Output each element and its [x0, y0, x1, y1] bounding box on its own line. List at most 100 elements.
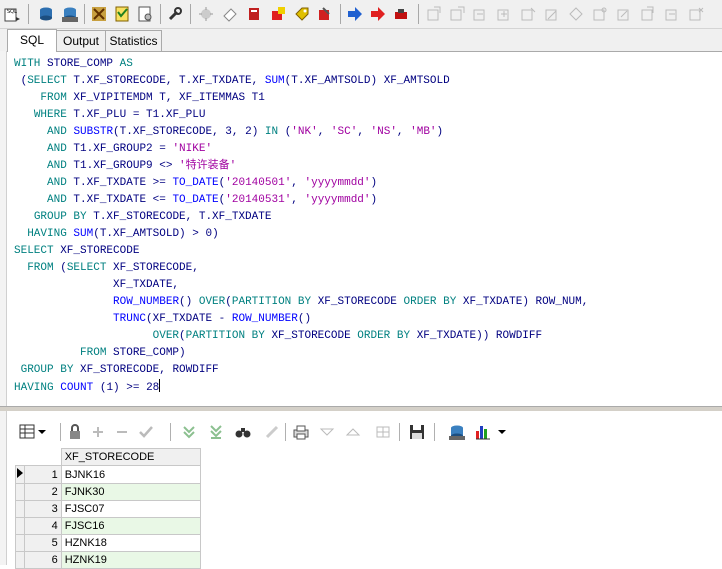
toolbar-disabled-icon-5[interactable]	[518, 4, 538, 24]
main-toolbar: SQL	[0, 0, 722, 29]
toolbar-disabled-icon-2[interactable]	[447, 4, 467, 24]
cell-storecode[interactable]: FJSC07	[60, 500, 202, 518]
arrow-right-blue-icon[interactable]	[345, 4, 365, 24]
tools-icon[interactable]	[89, 4, 109, 24]
grid-view-icon[interactable]	[373, 422, 393, 442]
column-header-xf-storecode[interactable]: XF_STORECODE	[60, 448, 202, 466]
tag-icon[interactable]	[292, 4, 312, 24]
sql-code[interactable]: WITH STORE_COMP AS (SELECT T.XF_STORECOD…	[14, 56, 588, 397]
row-indicator[interactable]	[14, 500, 26, 518]
row-indicator[interactable]	[14, 534, 26, 552]
table-row[interactable]: 4 FJSC16	[14, 517, 202, 535]
compile-icon[interactable]	[196, 4, 216, 24]
sql-line: FROM STORE_COMP)	[80, 347, 186, 359]
cell-storecode[interactable]: HZNK18	[60, 534, 202, 552]
database-save-icon[interactable]	[36, 4, 56, 24]
sql-line: WHERE T.XF_PLU = T1.XF_PLU	[33, 109, 206, 121]
filter-down-icon[interactable]	[317, 422, 337, 442]
toolbar-disabled-icon-11[interactable]	[662, 4, 682, 24]
sql-line: XF_TXDATE,	[14, 279, 180, 291]
toolbar-disabled-icon-4[interactable]	[494, 4, 514, 24]
cell-storecode[interactable]: BJNK16	[60, 465, 202, 484]
svg-text:SQL: SQL	[7, 9, 17, 15]
sql-line: (SELECT T.XF_STORECODE, T.XF_TXDATE, SUM…	[14, 75, 450, 87]
row-number[interactable]: 6	[24, 551, 62, 569]
sql-line: AND T.XF_TXDATE >= TO_DATE('20140501', '…	[47, 177, 378, 189]
tab-bar: SQL Output Statistics	[0, 29, 722, 52]
fetch-last-icon[interactable]	[206, 422, 226, 442]
sql-line: SELECT XF_STORECODE	[14, 245, 140, 257]
stop-icon[interactable]	[391, 4, 411, 24]
row-number[interactable]: 3	[24, 500, 62, 518]
post-check-icon[interactable]	[136, 422, 156, 442]
text-caret	[159, 379, 161, 392]
lock-icon[interactable]	[65, 422, 85, 442]
clear-icon[interactable]	[262, 422, 282, 442]
row-indicator[interactable]	[14, 483, 26, 501]
tab-sql[interactable]: SQL	[7, 29, 57, 52]
filter-up-icon[interactable]	[343, 422, 363, 442]
export-database-icon[interactable]	[447, 422, 467, 442]
table-row[interactable]: 2 FJNK30	[14, 483, 202, 501]
row-number[interactable]: 5	[24, 534, 62, 552]
sql-line: HAVING COUNT (1) >= 28	[14, 379, 161, 394]
document-icon[interactable]	[135, 4, 155, 24]
grid-corner	[15, 448, 62, 466]
delete-record-icon[interactable]	[112, 422, 132, 442]
sql-editor[interactable]: WITH STORE_COMP AS (SELECT T.XF_STORECOD…	[7, 52, 722, 406]
row-number[interactable]: 2	[24, 483, 62, 501]
sql-line: FROM XF_VIPITEMDM T, XF_ITEMMAS T1	[40, 92, 265, 104]
sql-line: AND T1.XF_GROUP9 <> '特许装备'	[47, 160, 237, 172]
sql-line: OVER(PARTITION BY XF_STORECODE ORDER BY …	[152, 330, 543, 342]
sql-line: WITH STORE_COMP AS	[14, 58, 133, 70]
cell-storecode[interactable]: FJNK30	[60, 483, 202, 501]
wrench-icon[interactable]	[165, 4, 185, 24]
row-indicator[interactable]	[14, 465, 26, 484]
binoculars-icon[interactable]	[233, 422, 253, 442]
sql-line: FROM (SELECT XF_STORECODE,	[27, 262, 199, 274]
arrow-right-red-icon[interactable]	[368, 4, 388, 24]
left-strip	[0, 51, 7, 565]
tab-statistics[interactable]: Statistics	[105, 30, 162, 51]
grid-select-icon[interactable]	[19, 422, 47, 442]
tab-output[interactable]: Output	[56, 30, 106, 51]
row-indicator[interactable]	[14, 551, 26, 569]
table-row[interactable]: 1 BJNK16	[14, 465, 202, 484]
toolbar-disabled-icon-12[interactable]	[686, 4, 706, 24]
row-number[interactable]: 4	[24, 517, 62, 535]
table-row[interactable]: 6 HZNK19	[14, 551, 202, 569]
toolbar-disabled-icon-8[interactable]	[590, 4, 610, 24]
sql-line: HAVING SUM(T.XF_AMTSOLD) > 0)	[27, 228, 219, 240]
chart-dropdown-icon[interactable]	[474, 422, 510, 442]
toolbar-disabled-icon-10[interactable]	[638, 4, 658, 24]
row-number[interactable]: 1	[24, 465, 62, 484]
fetch-next-icon[interactable]	[179, 422, 199, 442]
table-row[interactable]: 3 FJSC07	[14, 500, 202, 518]
result-grid[interactable]: XF_STORECODE 1 BJNK16 2 FJNK30 3 FJSC07 …	[14, 448, 202, 569]
print-icon[interactable]	[291, 422, 311, 442]
red-book-icon[interactable]	[244, 4, 264, 24]
row-indicator[interactable]	[14, 517, 26, 535]
splitter[interactable]	[0, 406, 722, 411]
toolbar-disabled-icon-9[interactable]	[614, 4, 634, 24]
highlight-icon[interactable]	[268, 4, 288, 24]
toolbar-disabled-icon-7[interactable]	[566, 4, 586, 24]
toolbar-disabled-icon-3[interactable]	[470, 4, 490, 24]
table-row[interactable]: 5 HZNK18	[14, 534, 202, 552]
sql-line: AND SUBSTR(T.XF_STORECODE, 3, 2) IN ('NK…	[47, 126, 444, 138]
database-connect-icon[interactable]	[60, 4, 80, 24]
toolbar-disabled-icon-1[interactable]	[424, 4, 444, 24]
save-icon[interactable]	[407, 422, 427, 442]
sql-line: AND T.XF_TXDATE <= TO_DATE('20140531', '…	[47, 194, 378, 206]
eraser-icon[interactable]	[220, 4, 240, 24]
bookmark-icon[interactable]	[314, 4, 334, 24]
cell-storecode[interactable]: HZNK19	[60, 551, 202, 569]
add-record-icon[interactable]	[88, 422, 108, 442]
sql-window-icon[interactable]: SQL	[2, 4, 22, 24]
toolbar-disabled-icon-6[interactable]	[542, 4, 562, 24]
grid-toolbar	[7, 418, 722, 446]
cell-storecode[interactable]: FJSC16	[60, 517, 202, 535]
sql-line: GROUP BY T.XF_STORECODE, T.XF_TXDATE	[33, 211, 272, 223]
notes-icon[interactable]	[112, 4, 132, 24]
sql-line: AND T1.XF_GROUP2 = 'NIKE'	[47, 143, 213, 155]
